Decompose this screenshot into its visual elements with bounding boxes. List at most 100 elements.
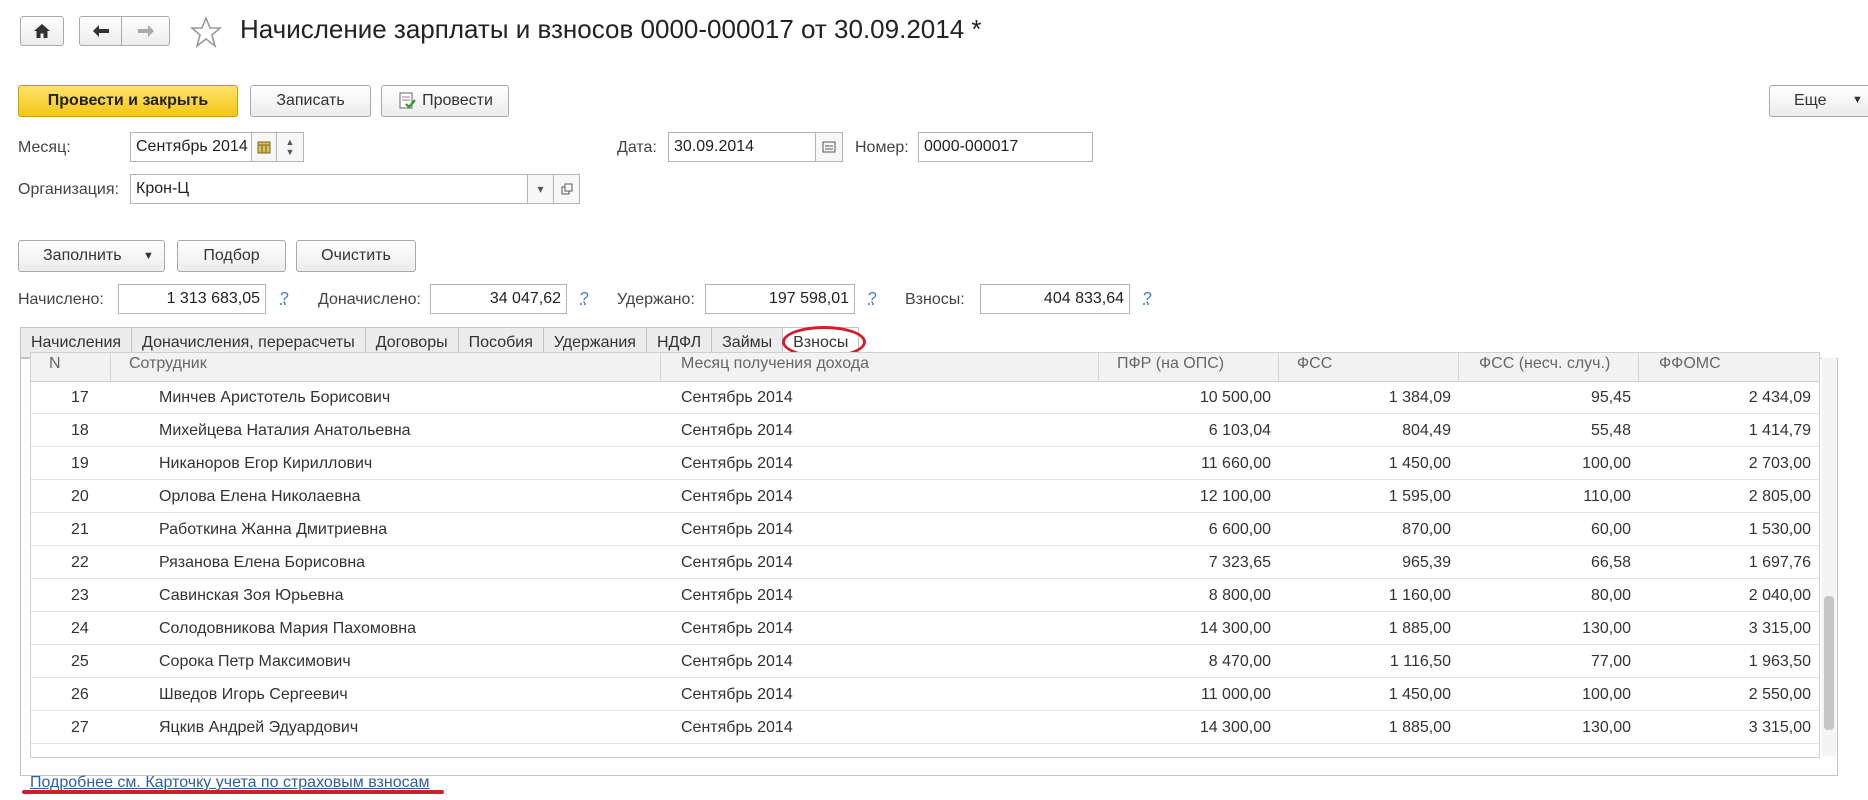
table-row[interactable]: 20 Орлова Елена Николаевна Сентябрь 2014 12… [31,480,1819,513]
post-and-close-button[interactable]: Провести и закрыть [18,85,238,117]
date-picker-button[interactable] [815,132,843,162]
chevron-down-icon: ▾ [537,182,544,196]
ffoms-amount: 2 703,00 [1748,455,1811,472]
fill-button[interactable]: Заполнить ▼ [18,240,165,272]
income-month: Сентябрь 2014 [681,653,793,670]
contributions-help-link[interactable]: ? [1143,290,1152,308]
contributions-table: N Сотрудник Месяц получения дохода ПФР (… [30,352,1820,758]
accrued-label: Начислено: [18,291,104,308]
employee-name: Сорока Петр Максимович [159,653,351,670]
number-field[interactable]: 0000-000017 [918,132,1093,162]
accrued-field[interactable]: 1 313 683,05 [118,284,266,314]
column-header-employee[interactable]: Сотрудник [111,353,661,381]
employee-name: Рязанова Елена Борисовна [159,554,366,571]
stepper-down-icon[interactable]: ▼ [286,147,295,157]
withheld-help-link[interactable]: ? [868,290,877,308]
table-scrollbar-thumb[interactable] [1824,596,1834,730]
month-stepper[interactable]: ▲ ▼ [276,132,304,162]
fss-amount: 870,00 [1402,521,1451,538]
ffoms-amount: 2 434,09 [1748,389,1811,406]
organization-field[interactable]: Крон-Ц [130,174,528,204]
more-button-label: Еще [1794,92,1827,109]
calendar-icon [822,141,836,153]
date-label: Дата: [617,139,657,156]
chevron-down-icon: ▼ [1852,94,1863,106]
additional-label: Доначислено: [318,291,421,308]
ffoms-amount: 1 697,76 [1748,554,1811,571]
table-row[interactable]: 18 Михейцева Наталия Анатольевна Сентябрь … [31,414,1819,447]
table-row[interactable]: 26 Шведов Игорь Сергеевич Сентябрь 2014 11 … [31,678,1819,711]
save-button[interactable]: Записать [250,85,371,117]
table-row[interactable]: 17 Минчев Аристотель Борисович Сентябрь 20… [31,381,1819,414]
date-field[interactable]: 30.09.2014 [668,132,816,162]
row-number: 22 [71,554,89,571]
income-month: Сентябрь 2014 [681,389,793,406]
number-label: Номер: [855,139,909,156]
additional-field[interactable]: 34 047,62 [430,284,567,314]
employee-name: Никаноров Егор Кириллович [159,455,373,472]
employee-name: Минчев Аристотель Борисович [159,389,391,406]
table-row[interactable]: 25 Сорока Петр Максимович Сентябрь 2014 8 4… [31,645,1819,678]
home-button[interactable] [20,16,64,46]
organization-dropdown-button[interactable]: ▾ [527,174,554,204]
favorite-star-icon[interactable] [189,15,223,49]
table-row[interactable]: 19 Никаноров Егор Кириллович Сентябрь 2014… [31,447,1819,480]
select-button[interactable]: Подбор [177,240,286,272]
additional-help-link[interactable]: ? [580,290,589,308]
fss-amount: 1 595,00 [1388,488,1451,505]
pfr-amount: 8 800,00 [1208,587,1271,604]
accrued-help-link[interactable]: ? [280,290,289,308]
withheld-field[interactable]: 197 598,01 [705,284,855,314]
pfr-amount: 11 660,00 [1201,455,1271,472]
pfr-amount: 11 000,00 [1201,686,1271,703]
calendar-icon [257,141,271,154]
column-header-fss[interactable]: ФСС [1279,353,1459,381]
column-header-month[interactable]: Месяц получения дохода [661,353,1099,381]
table-row[interactable]: 24 Солодовникова Мария Пахомовна Сентябрь … [31,612,1819,645]
organization-open-button[interactable] [553,174,580,204]
ffoms-amount: 1 530,00 [1748,521,1811,538]
column-header-fss-accident[interactable]: ФСС (несч. случ.) [1459,353,1639,381]
income-month: Сентябрь 2014 [681,488,793,505]
post-button[interactable]: Провести [381,85,509,117]
row-number: 21 [71,521,89,538]
column-header-pfr[interactable]: ПФР (на ОПС) [1099,353,1279,381]
fss-accident-amount: 130,00 [1582,620,1631,637]
fss-amount: 1 885,00 [1388,719,1451,736]
income-month: Сентябрь 2014 [681,686,793,703]
more-button[interactable]: Еще ▼ [1769,85,1868,117]
open-window-icon [561,183,572,195]
column-header-n[interactable]: N [31,353,111,381]
row-number: 20 [71,488,89,505]
pfr-amount: 6 600,00 [1208,521,1271,538]
fss-accident-amount: 55,48 [1590,422,1631,439]
calendar-button[interactable] [251,132,277,162]
income-month: Сентябрь 2014 [681,719,793,736]
stepper-up-icon[interactable]: ▲ [286,137,295,147]
row-number: 26 [71,686,89,703]
back-button[interactable] [79,16,122,46]
clear-button[interactable]: Очистить [296,240,416,272]
post-document-icon [399,92,416,109]
fss-amount: 1 384,09 [1388,389,1451,406]
month-field[interactable]: Сентябрь 2014 [130,132,252,162]
row-number: 25 [71,653,89,670]
employee-name: Солодовникова Мария Пахомовна [159,620,417,637]
row-number: 19 [71,455,89,472]
fss-amount: 1 450,00 [1388,455,1451,472]
table-row[interactable]: 27 Яцкив Андрей Эдуардович Сентябрь 2014 14… [31,711,1819,744]
table-row[interactable]: 23 Савинская Зоя Юрьевна Сентябрь 2014 8 80… [31,579,1819,612]
pfr-amount: 12 100,00 [1199,488,1271,505]
table-row[interactable]: 21 Работкина Жанна Дмитриевна Сентябрь 201… [31,513,1819,546]
ffoms-amount: 2 040,00 [1748,587,1811,604]
fss-amount: 1 450,00 [1388,686,1451,703]
fill-button-label: Заполнить [43,247,122,264]
page-title: Начисление зарплаты и взносов 0000-00001… [240,14,982,44]
chevron-down-icon: ▼ [143,250,154,262]
employee-name: Михейцева Наталия Анатольевна [159,422,411,439]
forward-button[interactable] [121,16,170,46]
contributions-field[interactable]: 404 833,64 [980,284,1130,314]
table-row[interactable]: 22 Рязанова Елена Борисовна Сентябрь 2014 7… [31,546,1819,579]
column-header-ffoms[interactable]: ФФОМС [1639,353,1819,381]
row-number: 24 [71,620,89,637]
